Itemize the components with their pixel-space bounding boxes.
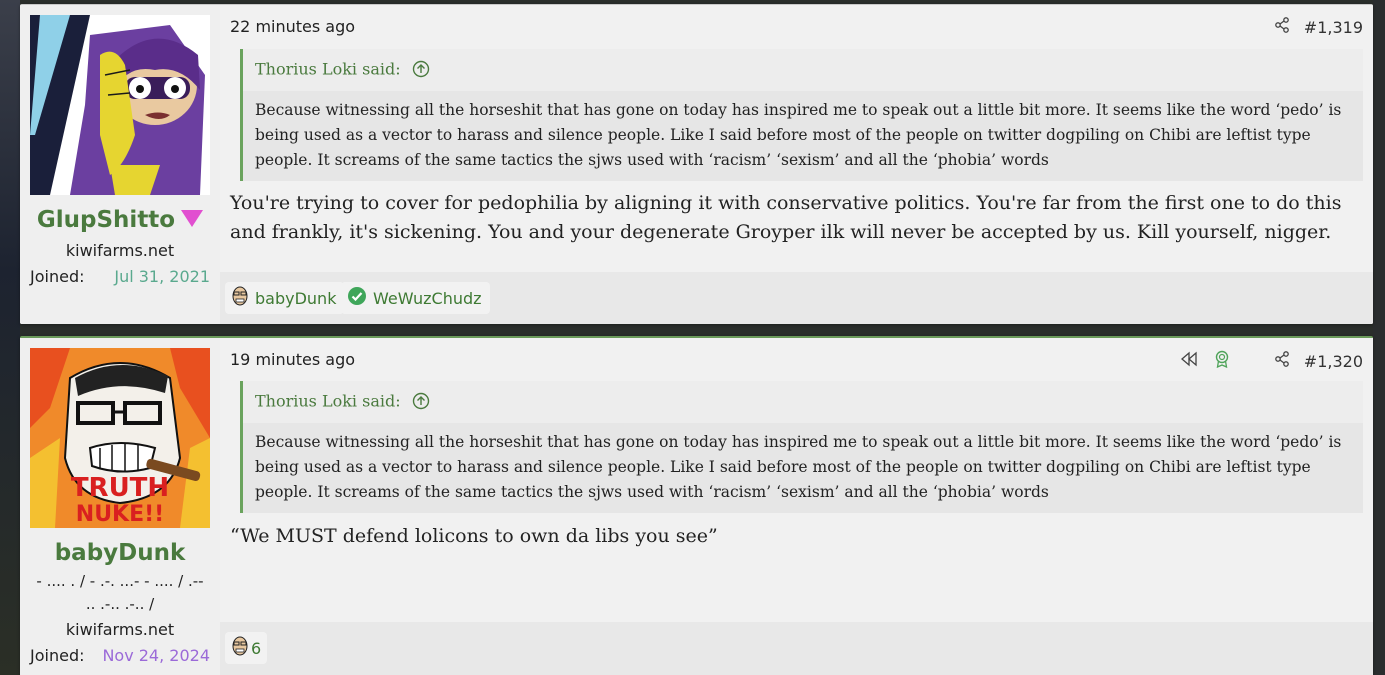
avatar-face-icon (231, 286, 249, 310)
reactions-bar: babyDunk WeWuzChudz (220, 272, 1373, 324)
username-text[interactable]: babyDunk (55, 540, 186, 566)
post-body: “We MUST defend lolicons to own da libs … (230, 525, 718, 547)
rewind-icon[interactable] (1180, 351, 1198, 371)
pink-triangle-icon (181, 210, 204, 227)
username[interactable]: babyDunk (20, 540, 220, 566)
quote-author[interactable]: Thorius Loki said: (255, 392, 401, 411)
post-number[interactable]: #1,319 (1304, 18, 1363, 37)
post-body: You're trying to cover for pedophilia by… (230, 192, 1342, 243)
avatar[interactable]: TRUTH NUKE!! (30, 348, 210, 528)
joined-label: Joined: (30, 267, 85, 286)
background-left-strip (0, 0, 20, 675)
reaction-label[interactable]: babyDunk (255, 289, 336, 308)
joined-date[interactable]: Jul 31, 2021 (114, 267, 210, 286)
joined-date[interactable]: Nov 24, 2024 (102, 646, 210, 665)
award-icon[interactable] (1214, 350, 1230, 372)
post-1320: TRUTH NUKE!! babyDunk - .... . / - .-. .… (20, 336, 1373, 675)
arrow-up-circle-icon[interactable] (412, 60, 430, 82)
reaction-label[interactable]: WeWuzChudz (373, 289, 482, 308)
joined-row: Joined: Jul 31, 2021 (30, 267, 210, 286)
post-main: 22 minutes ago #1,319 Thorius Loki said:… (220, 5, 1373, 324)
quote-text: Because witnessing all the horseshit tha… (243, 423, 1363, 513)
post-timestamp[interactable]: 19 minutes ago (230, 350, 355, 369)
arrow-up-circle-icon[interactable] (412, 392, 430, 414)
user-site: kiwifarms.net (65, 241, 175, 260)
post-actions: #1,320 (1180, 350, 1363, 372)
quote-author[interactable]: Thorius Loki said: (255, 60, 401, 79)
share-icon[interactable] (1274, 17, 1290, 37)
avatar-face-icon (231, 636, 249, 660)
username-text[interactable]: GlupShitto (37, 207, 175, 233)
avatar-text-line1: TRUTH (71, 473, 169, 503)
user-info: GlupShitto kiwifarms.net Joined: Jul 31,… (20, 5, 220, 324)
reactions-bar: 6 (220, 622, 1373, 675)
joined-row: Joined: Nov 24, 2024 (30, 646, 210, 665)
reaction-wewuzchudz[interactable]: WeWuzChudz (341, 282, 490, 314)
reaction-summary[interactable]: 6 (225, 632, 268, 664)
username[interactable]: GlupShitto (20, 207, 220, 233)
post-main: 19 minutes ago #1,320 Thorius Loki said:… (220, 338, 1373, 675)
checkmark-icon (347, 286, 367, 310)
avatar[interactable] (30, 15, 210, 195)
reaction-babydunk[interactable]: babyDunk (225, 282, 345, 314)
post-actions: #1,319 (1274, 17, 1363, 37)
share-icon[interactable] (1274, 351, 1290, 371)
user-info: TRUTH NUKE!! babyDunk - .... . / - .-. .… (20, 338, 220, 675)
quote-header[interactable]: Thorius Loki said: (243, 381, 1363, 423)
post-timestamp[interactable]: 22 minutes ago (230, 17, 355, 36)
quote-text: Because witnessing all the horseshit tha… (243, 91, 1363, 181)
post-1319: GlupShitto kiwifarms.net Joined: Jul 31,… (20, 4, 1373, 324)
reaction-count[interactable]: 6 (251, 639, 261, 658)
avatar-text-line2: NUKE!! (76, 502, 164, 527)
user-site: kiwifarms.net (65, 620, 175, 639)
user-title: - .... . / - .-. ...- - .... / .-- .. .-… (36, 572, 204, 613)
joined-label: Joined: (30, 646, 85, 665)
quote-block: Thorius Loki said: Because witnessing al… (240, 49, 1363, 181)
background-right-strip (1373, 0, 1385, 675)
quote-block: Thorius Loki said: Because witnessing al… (240, 381, 1363, 513)
quote-header[interactable]: Thorius Loki said: (243, 49, 1363, 91)
post-number[interactable]: #1,320 (1304, 352, 1363, 371)
